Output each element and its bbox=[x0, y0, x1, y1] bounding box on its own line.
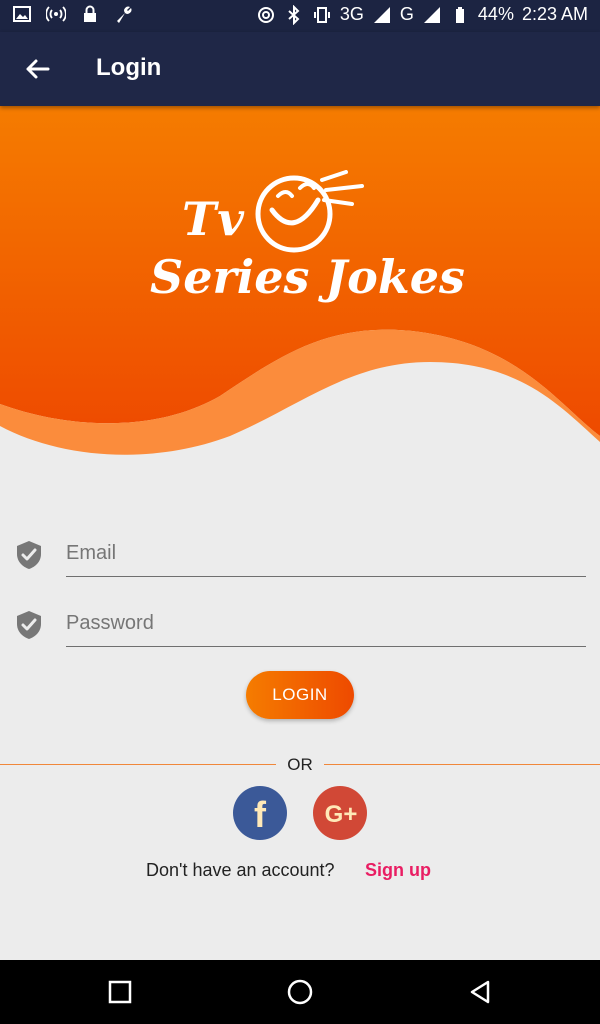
signal-icon bbox=[373, 6, 390, 23]
vibrate-icon bbox=[313, 6, 330, 23]
home-circle-icon[interactable] bbox=[286, 978, 314, 1006]
facebook-icon: f bbox=[254, 794, 267, 835]
network-3g-label: 3G bbox=[339, 4, 364, 24]
bluetooth-icon bbox=[288, 4, 300, 25]
back-arrow-icon[interactable] bbox=[22, 54, 52, 84]
google-plus-login-button[interactable]: G+ bbox=[313, 786, 367, 840]
wrench-icon bbox=[117, 6, 132, 23]
email-row bbox=[0, 530, 600, 590]
login-button[interactable]: LOGIN bbox=[246, 671, 354, 719]
hero-banner: Tv Series Jokes bbox=[0, 106, 600, 466]
hotspot-icon bbox=[46, 6, 66, 22]
laughing-face-icon bbox=[255, 170, 364, 253]
password-row bbox=[0, 600, 600, 660]
signup-question: Don't have an account? bbox=[146, 860, 335, 880]
status-bar: 3G G 44% 2:23 AM bbox=[0, 0, 600, 32]
shield-check-icon bbox=[17, 541, 41, 569]
or-label: OR bbox=[287, 755, 313, 774]
nfc-icon bbox=[257, 6, 274, 23]
google-plus-glyph: G+ bbox=[325, 801, 358, 828]
battery-percent: 44% bbox=[477, 4, 514, 24]
signup-link[interactable]: Sign up bbox=[365, 860, 431, 881]
email-field[interactable] bbox=[66, 530, 586, 577]
back-triangle-icon[interactable] bbox=[466, 978, 494, 1006]
recents-square-icon[interactable] bbox=[106, 978, 134, 1006]
network-g-label: G bbox=[399, 4, 414, 24]
facebook-glyph: f bbox=[254, 794, 267, 835]
password-field[interactable] bbox=[66, 600, 586, 647]
logo-text-series-jokes: Series Jokes bbox=[150, 250, 465, 304]
system-nav-bar bbox=[0, 960, 600, 1024]
logo-text-tv: Tv bbox=[182, 192, 245, 246]
facebook-login-button[interactable]: f bbox=[233, 786, 287, 840]
clock: 2:23 AM bbox=[521, 4, 588, 24]
shield-check-icon bbox=[17, 611, 41, 639]
image-icon bbox=[13, 6, 31, 22]
lock-icon bbox=[84, 5, 96, 22]
signal-icon-2 bbox=[423, 6, 440, 23]
divider-right bbox=[324, 764, 600, 765]
divider-left bbox=[0, 764, 276, 765]
google-plus-icon: G+ bbox=[325, 801, 358, 828]
app-bar: Login bbox=[0, 32, 600, 106]
page-title: Login bbox=[96, 54, 162, 81]
battery-icon bbox=[455, 6, 464, 23]
